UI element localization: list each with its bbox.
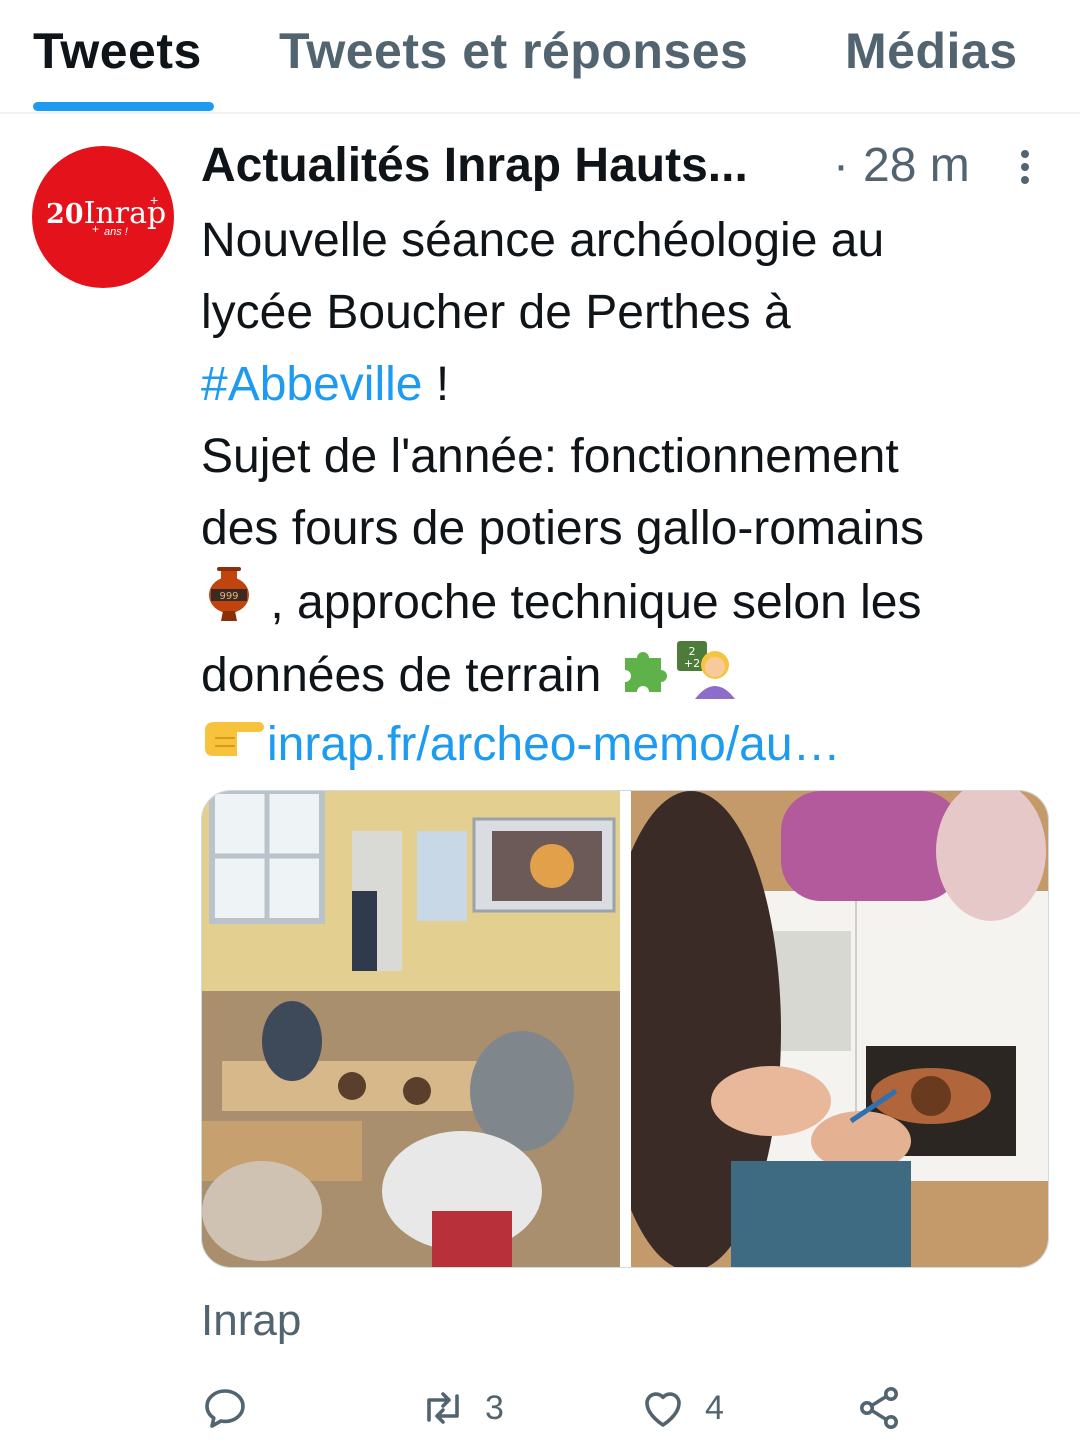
tweet-url-link[interactable]: inrap.fr/archeo-memo/au… xyxy=(267,718,841,771)
student-drawing-photo[interactable] xyxy=(631,791,1048,1267)
share-button[interactable] xyxy=(855,1380,903,1436)
hashtag-link[interactable]: #Abbeville xyxy=(201,358,422,411)
like-count: 4 xyxy=(705,1388,724,1427)
reply-icon xyxy=(205,1389,245,1428)
svg-text:+2: +2 xyxy=(684,657,700,670)
active-tab-indicator xyxy=(33,102,214,111)
puzzle-emoji xyxy=(615,638,675,719)
tab-tweets[interactable]: Tweets xyxy=(33,22,202,80)
tweet-text-line: inrap.fr/archeo-memo/au… xyxy=(201,709,1061,781)
avatar-logo-subtext: ans ! xyxy=(104,226,128,238)
separator-dot: · xyxy=(833,139,849,192)
tweet-timestamp[interactable]: 28 m xyxy=(863,138,970,193)
tweet-text-line: #Abbeville ! xyxy=(201,349,1061,421)
tweet-media-grid xyxy=(201,790,1049,1268)
teacher-emoji: 2 +2 xyxy=(675,637,737,720)
tab-tweets-and-replies[interactable]: Tweets et réponses xyxy=(279,22,748,80)
amphora-emoji: 999 xyxy=(201,565,257,646)
tweet-actions: 3 4 xyxy=(201,1380,1061,1440)
profile-tabs: Tweets Tweets et réponses Médias xyxy=(0,0,1080,114)
tweet-header: Actualités Inrap Hauts... · 28 m xyxy=(201,138,1061,198)
plus-icon: + xyxy=(150,192,159,208)
tweet-source-label[interactable]: Inrap xyxy=(201,1296,301,1346)
retweet-button[interactable]: 3 xyxy=(419,1380,504,1436)
share-icon xyxy=(860,1387,898,1429)
tweet-text-fragment: ! xyxy=(422,358,450,411)
tweet-text-fragment: données de terrain xyxy=(201,649,615,703)
pointing-right-emoji xyxy=(201,711,267,783)
like-button[interactable]: 4 xyxy=(639,1380,724,1436)
author-name[interactable]: Actualités Inrap Hauts... xyxy=(201,138,748,193)
retweet-icon xyxy=(427,1392,459,1424)
svg-text:999: 999 xyxy=(219,591,238,602)
tweet-text-line: Sujet de l'année: fonctionnement xyxy=(201,430,899,483)
reply-button[interactable] xyxy=(201,1380,267,1436)
tweet-text-line: des fours de potiers gallo-romains xyxy=(201,502,925,555)
classroom-photo[interactable] xyxy=(202,791,620,1267)
heart-icon xyxy=(645,1392,681,1427)
more-options-icon[interactable] xyxy=(1019,150,1031,186)
tweet-text-line: lycée Boucher de Perthes à xyxy=(201,286,791,339)
retweet-count: 3 xyxy=(485,1388,504,1427)
tweet-text-line: Nouvelle séance archéologie au xyxy=(201,214,885,267)
tab-media[interactable]: Médias xyxy=(845,22,1018,80)
tweet-text-line: 999 , approche technique selon les xyxy=(201,565,1061,637)
tweet-text-fragment: , approche technique selon les xyxy=(257,576,922,630)
tweet-text-line: données de terrain 2 +2 xyxy=(201,637,1061,709)
plus-icon: + xyxy=(92,222,100,236)
tweet-text: Nouvelle séance archéologie au lycée Bou… xyxy=(201,205,1061,781)
avatar[interactable]: 20Inrap + + ans ! xyxy=(32,146,174,288)
